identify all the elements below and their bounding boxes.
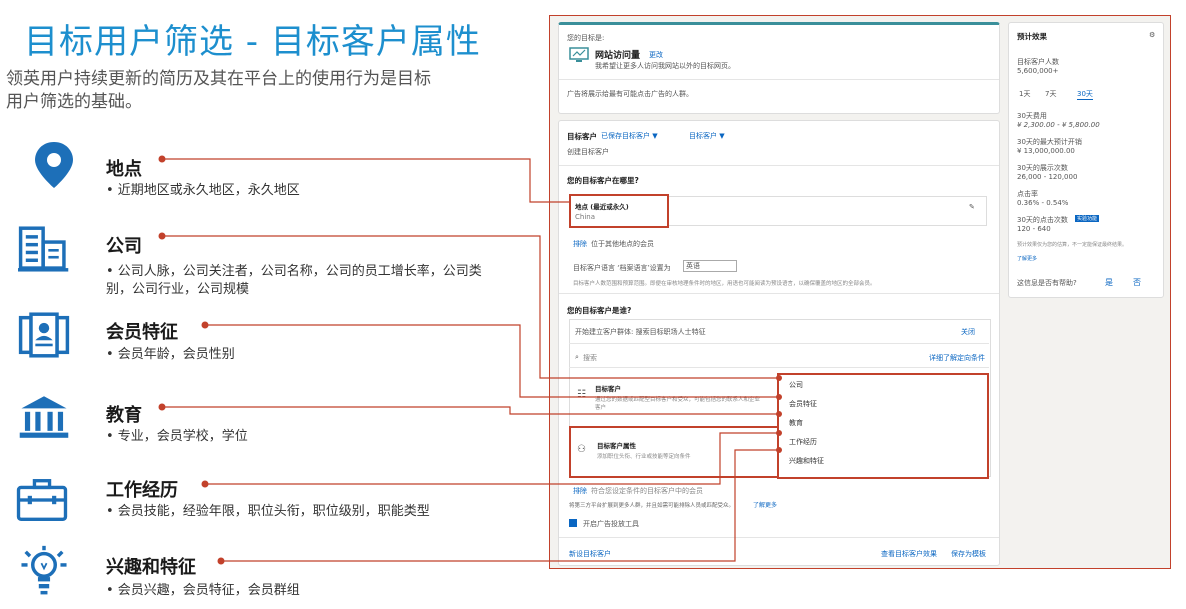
settings-icon[interactable]: ⚙: [1149, 31, 1155, 39]
clicks-badge: 实验功能: [1075, 215, 1100, 222]
budget-label: 30天的最大预计开销: [1017, 138, 1082, 146]
attributes-box[interactable]: ⚇ 目标客户属性 添加职位头衔、行业或技能等定向条件: [569, 426, 783, 478]
impressions-value: 26,000 - 120,000: [1017, 173, 1078, 181]
audience-dropdown[interactable]: 目标客户 ▼: [689, 131, 725, 141]
page-title: 目标用户筛选 - 目标客户属性: [24, 22, 481, 62]
language-note: 目标客户人数范围和预算范围。即便在审核地理条件时的地区，用语也可能阅读为预设语言…: [573, 281, 876, 287]
target-size-label: 目标客户人数: [1017, 58, 1059, 66]
objective-note: 广告将展示给最有可能点击广告的人群。: [567, 90, 693, 98]
location-pin-icon: [35, 142, 73, 188]
forecast-card: 预计效果 ⚙ 目标客户人数 5,600,000+ 1天 7天 30天 30天费用…: [1008, 22, 1164, 298]
tab-1-day[interactable]: 1天: [1019, 89, 1030, 99]
close-link[interactable]: 关闭: [961, 327, 975, 337]
forecast-title: 预计效果: [1017, 32, 1047, 41]
location-box[interactable]: 地点 (最近或永久) China: [569, 194, 669, 228]
target-size-value: 5,600,000+: [1017, 67, 1059, 75]
view-audience-button[interactable]: 查看目标客户效果: [881, 549, 937, 559]
category-desc-education: • 专业，会员学校，学位: [106, 429, 248, 444]
menu-item-education[interactable]: 教育: [789, 418, 803, 428]
budget-value: ¥ 13,000,000.00: [1017, 147, 1075, 155]
tab-7-days[interactable]: 7天: [1045, 89, 1056, 99]
category-desc-work: • 会员技能，经验年限，职位头衔，职位级别，职能类型: [106, 504, 430, 519]
expand-learn-more[interactable]: 了解更多: [753, 500, 777, 509]
menu-item-work[interactable]: 工作经历: [789, 437, 817, 447]
audiences-icon: ☷: [577, 389, 586, 400]
impressions-label: 30天的展示次数: [1017, 164, 1068, 172]
location-label: 地点 (最近或永久): [575, 203, 629, 211]
id-card-icon: [18, 312, 70, 358]
category-title-interests: 兴趣和特征: [106, 557, 196, 578]
spend-label: 30天费用: [1017, 112, 1047, 120]
language-select[interactable]: 英语: [683, 260, 737, 272]
saved-audience-dropdown[interactable]: 已保存目标客户 ▼: [601, 131, 658, 141]
exclude-location-desc: 位于其他地点的会员: [591, 240, 654, 248]
category-title-work: 工作经历: [106, 480, 178, 501]
attributes-icon: ⚇: [577, 444, 586, 455]
category-desc-interests: • 会员兴趣，会员特征，会员群组: [106, 583, 300, 598]
category-title-member: 会员特征: [106, 322, 178, 343]
menu-item-member[interactable]: 会员特征: [789, 399, 817, 409]
helpful-no[interactable]: 否: [1133, 277, 1141, 288]
location-value: China: [575, 213, 595, 221]
audience-label: 目标客户: [567, 132, 597, 141]
category-title-education: 教育: [106, 405, 142, 426]
exclude-members-desc: 符合您设定条件的目标客户中的会员: [591, 487, 703, 495]
more-conditions-link[interactable]: 详细了解定向条件: [929, 353, 985, 363]
ctr-value: 0.36% - 0.54%: [1017, 199, 1069, 207]
save-template-button[interactable]: 保存为模板: [951, 549, 986, 559]
where-question: 您的目标客户在哪里?: [567, 176, 639, 185]
monitor-icon: [569, 47, 589, 62]
save-audience-button[interactable]: 新设目标客户: [569, 549, 611, 559]
clicks-label: 30天的点击次数: [1017, 216, 1068, 224]
helpful-yes[interactable]: 是: [1105, 277, 1113, 288]
objective-name: 网站访问量: [595, 51, 641, 61]
page-subtitle: 领英用户持续更新的简历及其在平台上的使用行为是目标用户筛选的基础。: [6, 69, 431, 112]
audiences-title[interactable]: 目标客户: [595, 383, 621, 393]
category-desc-location: • 近期地区或永久地区，永久地区: [106, 183, 300, 198]
attributes-desc: 添加职位头衔、行业或技能等定向条件: [597, 454, 691, 460]
expand-note: 将第三方平台扩展到更多人群，并且如需可能排除人员或匹配受众。: [569, 503, 735, 509]
exclude-location-link[interactable]: 排除: [573, 239, 587, 249]
helpful-question: 这信息是否有帮助?: [1017, 279, 1077, 287]
audience-network-label: 开启广告投放工具: [583, 520, 639, 528]
tab-30-days[interactable]: 30天: [1077, 89, 1093, 100]
edit-icon[interactable]: ✎: [969, 203, 975, 211]
objective-change-link[interactable]: 更改: [649, 50, 663, 60]
campaign-screenshot: 您的目标是: 网站访问量 更改 我希望让更多人访问我网站以外的目标网页。 广告将…: [549, 15, 1171, 569]
spend-value: ¥ 2,300.00 - ¥ 5,800.00: [1017, 121, 1100, 129]
create-audience[interactable]: 创建目标客户: [567, 147, 609, 157]
who-question: 您的目标客户是谁?: [567, 306, 632, 315]
forecast-disclaimer: 预计效果仅为您的估算，不一定能保证最终结果。: [1017, 242, 1128, 248]
lightbulb-icon: [21, 545, 67, 595]
building-icon: [18, 226, 69, 272]
menu-item-company[interactable]: 公司: [789, 380, 803, 390]
exclude-members-link[interactable]: 排除: [573, 486, 587, 496]
targeting-card: 目标客户 已保存目标客户 ▼ 目标客户 ▼ 创建目标客户 您的目标客户在哪里? …: [558, 120, 1000, 566]
attributes-menu: 公司 会员特征 教育 工作经历 兴趣和特征: [777, 373, 989, 479]
search-icon: ⌕: [575, 353, 579, 361]
category-title-location: 地点: [106, 159, 142, 180]
disclaimer-learn-more[interactable]: 了解更多: [1017, 255, 1037, 262]
objective-card: 您的目标是: 网站访问量 更改 我希望让更多人访问我网站以外的目标网页。 广告将…: [558, 22, 1000, 114]
objective-label: 您的目标是:: [567, 34, 605, 42]
build-audience-label: 开始建立客户群体: 搜索目标职场人士特征: [575, 328, 706, 336]
attributes-title: 目标客户属性: [597, 442, 636, 450]
category-desc-company: • 公司人脉，公司关注者，公司名称，公司的员工增长率，公司类别，公司行业，公司规…: [106, 264, 482, 297]
category-desc-member: • 会员年龄，会员性别: [106, 347, 235, 362]
objective-desc: 我希望让更多人访问我网站以外的目标网页。: [595, 62, 735, 70]
audience-network-checkbox[interactable]: [569, 519, 577, 527]
menu-item-interests[interactable]: 兴趣和特征: [789, 456, 824, 466]
ctr-label: 点击率: [1017, 190, 1038, 198]
category-title-company: 公司: [106, 236, 142, 257]
institution-icon: [19, 396, 69, 438]
audiences-desc: 通过您的数据或匹配型目标客户和受众，可能包括您的联系人和企业客户: [595, 397, 761, 411]
briefcase-icon: [16, 479, 68, 521]
language-label: 目标客户语言 ‘档案语言’设置为: [573, 264, 671, 272]
clicks-value: 120 - 640: [1017, 225, 1051, 233]
search-input[interactable]: 搜索: [583, 353, 597, 363]
